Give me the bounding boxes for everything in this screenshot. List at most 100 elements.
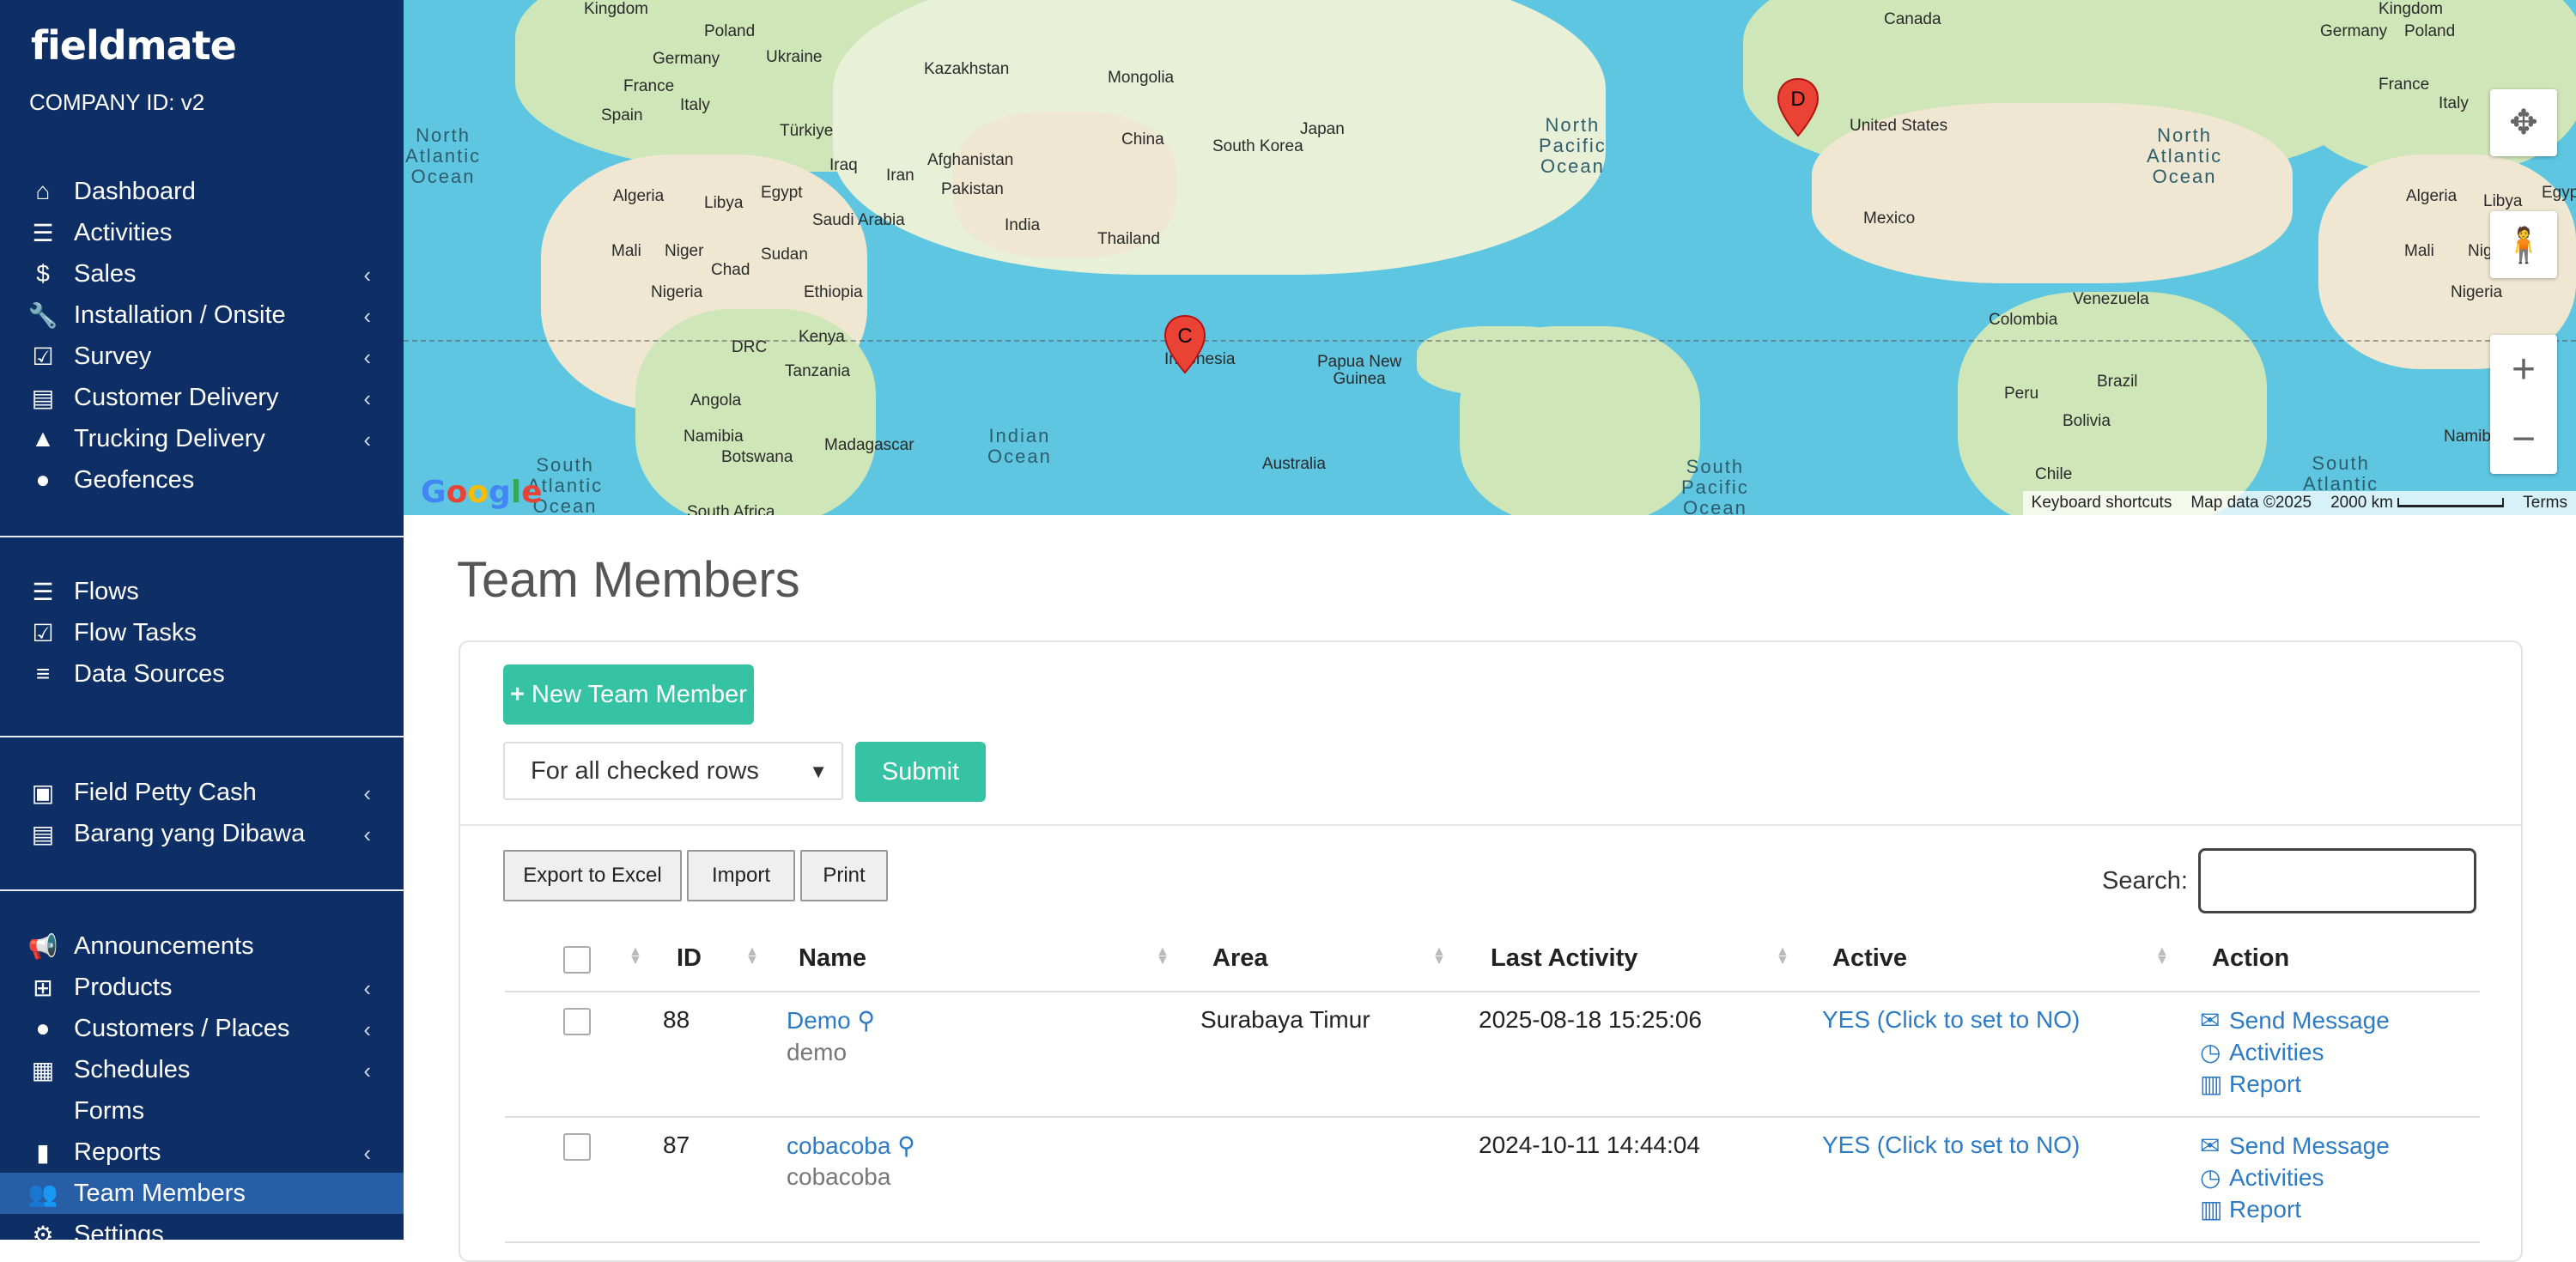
sort-icon[interactable]: ▲ ▼ (629, 945, 642, 968)
map-label: Mali (611, 242, 641, 260)
sidebar-item-customers-places[interactable]: ● Customers / Places ‹ (0, 1008, 404, 1049)
sidebar-item-dashboard[interactable]: ⌂ Dashboard (0, 171, 404, 212)
map-label: Poland (704, 22, 756, 40)
sidebar-item-installation[interactable]: 🔧 Installation / Onsite ‹ (0, 294, 404, 336)
land-indonesia (1417, 326, 1589, 395)
sidebar-item-survey[interactable]: ☑ Survey ‹ (0, 336, 404, 377)
map-label: DRC (732, 338, 768, 356)
export-excel-button[interactable]: Export to Excel (503, 850, 682, 901)
row-area: Surabaya Timur (1200, 1006, 1370, 1033)
ocean-label: South Atlantic (2303, 452, 2379, 494)
report-link[interactable]: ▥ Report (2200, 1070, 2301, 1098)
road-icon: ▲ (31, 425, 55, 452)
map-label: Spain (601, 106, 643, 124)
select-all-checkbox[interactable] (563, 946, 591, 974)
map-label: Germany (2320, 22, 2388, 40)
sort-icon[interactable]: ▲ ▼ (1156, 945, 1170, 968)
activities-link[interactable]: ◷ Activities (2200, 1163, 2324, 1192)
column-header-id[interactable]: ID (677, 944, 702, 973)
sidebar-item-customer-delivery[interactable]: ▤ Customer Delivery ‹ (0, 377, 404, 418)
sidebar-item-geofences[interactable]: ● Geofences (0, 459, 404, 501)
sort-icon[interactable]: ▲ ▼ (1776, 945, 1789, 968)
zoom-out-button[interactable]: − (2490, 404, 2557, 474)
map-label: Algeria (2406, 187, 2458, 205)
sidebar-item-team-members[interactable]: 👥 Team Members (0, 1173, 404, 1214)
sidebar-item-reports[interactable]: ▮ Reports ‹ (0, 1132, 404, 1173)
sidebar-item-flow-tasks[interactable]: ☑ Flow Tasks (0, 612, 404, 653)
zoom-in-button[interactable]: + (2490, 335, 2557, 404)
column-header-area[interactable]: Area (1212, 944, 1268, 973)
sidebar-item-field-petty-cash[interactable]: ▣ Field Petty Cash ‹ (0, 772, 404, 813)
map-pin-c[interactable]: C (1163, 314, 1207, 374)
search-input[interactable] (2198, 848, 2476, 913)
sidebar-item-sales[interactable]: $ Sales ‹ (0, 253, 404, 294)
map-label: Niger (665, 242, 704, 260)
sort-icon[interactable]: ▲ ▼ (2155, 945, 2169, 968)
map-label: Libya (704, 194, 744, 212)
sidebar-item-activities[interactable]: ☰ Activities (0, 212, 404, 253)
sidebar-item-schedules[interactable]: ▦ Schedules ‹ (0, 1049, 404, 1090)
send-message-link[interactable]: ✉ Send Message (2200, 1132, 2390, 1160)
keyboard-shortcuts-link[interactable]: Keyboard shortcuts (2032, 494, 2172, 513)
list-icon: ☰ (32, 578, 54, 605)
map-label: India (1005, 216, 1041, 234)
submit-button[interactable]: Submit (855, 742, 986, 802)
column-header-active[interactable]: Active (1832, 944, 1907, 973)
header-divider (505, 991, 2480, 992)
map-label: Egypt (2542, 184, 2576, 202)
sidebar-item-barang[interactable]: ▤ Barang yang Dibawa ‹ (0, 813, 404, 854)
print-button[interactable]: Print (800, 850, 888, 901)
map-label: Ukraine (766, 48, 823, 66)
bulk-action-select[interactable]: For all checked rows ▼ (503, 742, 843, 800)
chevron-left-icon: ‹ (363, 975, 371, 1001)
bullhorn-icon: 📢 (27, 932, 58, 960)
sidebar-item-trucking-delivery[interactable]: ▲ Trucking Delivery ‹ (0, 418, 404, 459)
fieldmate-logo[interactable]: fieldmate (31, 22, 237, 69)
sort-icon[interactable]: ▲ ▼ (1432, 945, 1446, 968)
map-label: South Korea (1212, 137, 1303, 155)
sidebar-item-announcements[interactable]: 📢 Announcements (0, 925, 404, 967)
map-marker-icon[interactable]: ⚲ (857, 1007, 875, 1034)
active-toggle-link[interactable]: YES (Click to set to NO) (1822, 1132, 2080, 1159)
map-marker-icon[interactable]: ⚲ (897, 1132, 915, 1159)
bar-chart-icon: ▥ (2200, 1071, 2223, 1097)
sidebar-divider (0, 736, 404, 737)
map-scale[interactable]: 2000 km (2330, 494, 2505, 513)
map-label: France (2379, 76, 2430, 94)
sidebar-item-data-sources[interactable]: ≡ Data Sources (0, 653, 404, 695)
sidebar-divider (0, 536, 404, 537)
map-label: Poland (2404, 22, 2456, 40)
member-username: cobacoba (787, 1163, 891, 1190)
map-data-text: Map data ©2025 (2190, 494, 2312, 512)
row-checkbox[interactable] (563, 1133, 591, 1161)
sidebar-item-forms[interactable]: Forms (0, 1090, 404, 1132)
map[interactable]: Kingdom Poland Germany Ukraine France Sp… (404, 0, 2576, 515)
row-checkbox[interactable] (563, 1008, 591, 1035)
terms-link[interactable]: Terms (2523, 494, 2567, 513)
sidebar-item-settings[interactable]: ⚙ Settings (0, 1214, 404, 1241)
map-pin-d[interactable]: D (1776, 77, 1820, 137)
row-divider (505, 1241, 2480, 1243)
sidebar-item-flows[interactable]: ☰ Flows (0, 571, 404, 612)
new-team-member-button[interactable]: + New Team Member (503, 664, 754, 725)
sidebar-item-products[interactable]: ⊞ Products ‹ (0, 967, 404, 1008)
clock-icon: ◷ (2200, 1039, 2221, 1065)
street-view-button[interactable]: 🧍 (2490, 211, 2557, 278)
active-toggle-link[interactable]: YES (Click to set to NO) (1822, 1006, 2080, 1034)
member-name-link[interactable]: Demo ⚲ (787, 1006, 875, 1034)
member-name-link[interactable]: cobacoba ⚲ (787, 1132, 915, 1160)
fullscreen-button[interactable]: ✥ (2490, 89, 2557, 156)
map-label: Australia (1262, 455, 1326, 473)
send-message-link[interactable]: ✉ Send Message (2200, 1006, 2390, 1034)
import-button[interactable]: Import (687, 850, 795, 901)
column-header-name[interactable]: Name (799, 944, 866, 973)
map-label: Angola (690, 391, 742, 410)
chevron-left-icon: ‹ (363, 1016, 371, 1042)
nav-group-main: ⌂ Dashboard ☰ Activities $ Sales ‹ 🔧 Installa… (0, 171, 404, 501)
sort-icon[interactable]: ▲ ▼ (745, 945, 759, 968)
report-link[interactable]: ▥ Report (2200, 1195, 2301, 1223)
map-label: Kingdom (584, 0, 648, 18)
activities-link[interactable]: ◷ Activities (2200, 1038, 2324, 1066)
column-header-last-activity[interactable]: Last Activity (1491, 944, 1637, 973)
chevron-left-icon: ‹ (363, 822, 371, 847)
